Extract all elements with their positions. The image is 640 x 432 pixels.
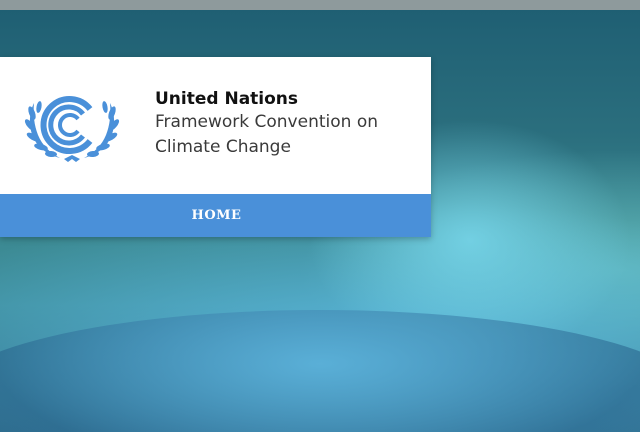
org-name-line-3: Climate Change — [155, 137, 291, 157]
page: United Nations Framework Convention on C… — [0, 0, 640, 432]
unfccc-logo-icon[interactable] — [20, 83, 124, 167]
nav-bar: HOME — [0, 194, 431, 237]
org-name-title: United Nations — [155, 89, 299, 109]
org-name-block: United Nations Framework Convention on C… — [155, 88, 378, 160]
header-card-body: United Nations Framework Convention on C… — [0, 57, 431, 194]
nav-home-link[interactable]: HOME — [190, 208, 242, 223]
org-name-line-2: Framework Convention on — [155, 112, 378, 132]
header-card: United Nations Framework Convention on C… — [0, 57, 431, 237]
browser-top-strip — [0, 0, 640, 10]
